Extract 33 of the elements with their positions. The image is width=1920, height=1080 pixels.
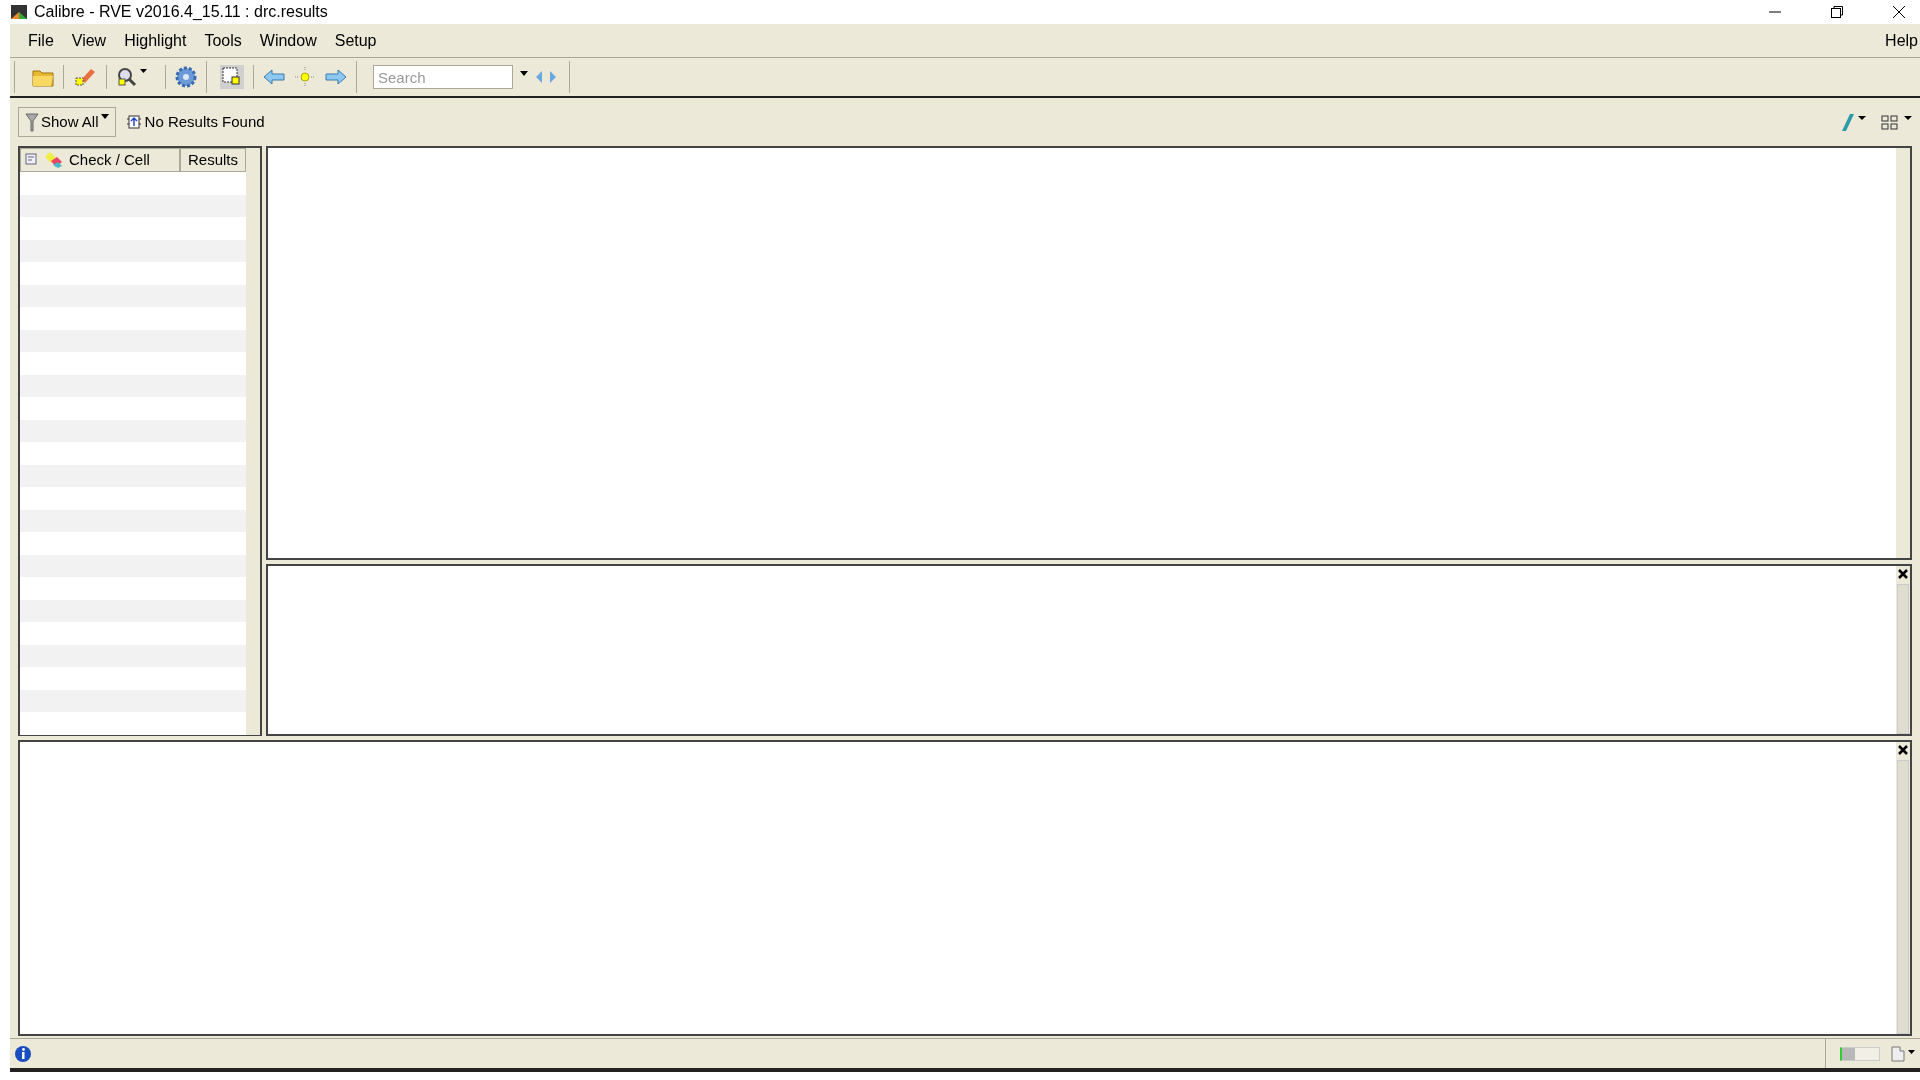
close-icon[interactable] [1892,5,1906,19]
results-icon [125,114,142,130]
settings-icon[interactable] [174,65,198,89]
menu-item[interactable]: Setup [326,28,385,53]
status-menu-icon[interactable] [1890,1044,1916,1063]
menu-item[interactable]: Highlight [116,28,195,53]
window-title: Calibre - RVE v2016.4_15.11 : drc.results [34,2,328,22]
report-icon [25,153,39,167]
caret-icon [100,114,109,119]
forward-arrow-icon[interactable] [324,67,348,87]
next-icon[interactable] [549,70,557,84]
restore-icon[interactable] [1830,5,1844,19]
tags-icon [43,151,65,169]
memory-meter [1840,1046,1880,1061]
search-field[interactable]: Search [373,65,513,89]
menu-item[interactable]: View [63,28,115,53]
filter-button[interactable]: Show All [18,107,116,137]
close-icon[interactable] [1897,568,1909,580]
check-cell-column-header[interactable]: Check / Cell [20,148,180,172]
menu-item[interactable]: Tools [196,28,250,53]
funnel-icon [25,112,39,132]
help-menu[interactable]: Help [1883,28,1920,53]
info-icon[interactable] [14,1044,32,1063]
previous-icon[interactable] [535,70,543,84]
select-icon[interactable] [219,64,245,90]
close-icon[interactable] [1897,744,1909,756]
back-arrow-icon[interactable] [262,67,286,87]
app-icon [10,4,28,20]
menu-item[interactable]: File [20,28,62,53]
results-status: No Results Found [144,111,265,132]
menu-item[interactable]: Window [251,28,325,53]
zoom-icon[interactable] [115,65,149,89]
results-column-header[interactable]: Results [180,148,246,172]
